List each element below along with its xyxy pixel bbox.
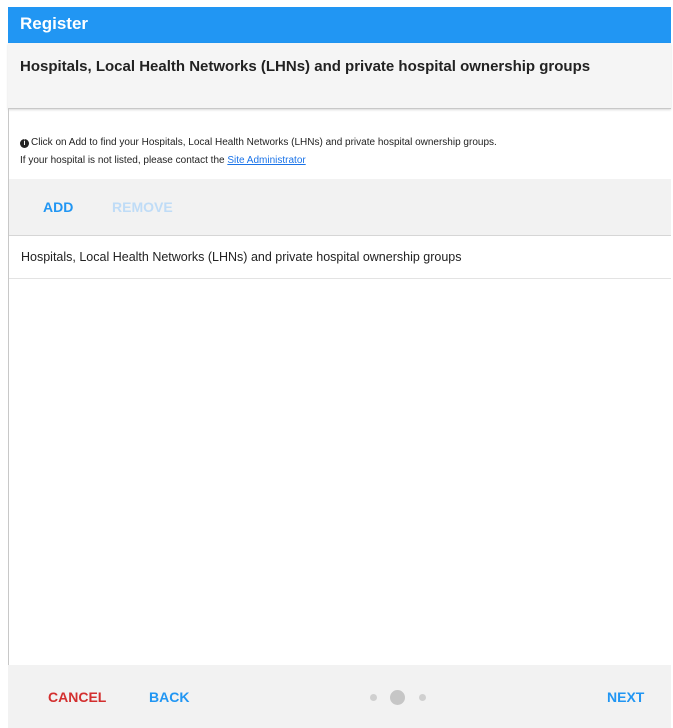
step-dot-3 xyxy=(419,694,426,701)
add-button[interactable]: ADD xyxy=(43,199,73,215)
info-circle-icon: i xyxy=(20,139,29,148)
register-dialog: Register Hospitals, Local Health Network… xyxy=(8,7,671,728)
cancel-button[interactable]: CANCEL xyxy=(48,689,106,705)
step-indicator xyxy=(370,688,430,708)
list-toolbar: ADD REMOVE xyxy=(9,179,671,235)
step-dot-2-active xyxy=(390,690,405,705)
section-heading: Hospitals, Local Health Networks (LHNs) … xyxy=(20,58,591,75)
back-button[interactable]: BACK xyxy=(149,689,189,705)
info-text-1: Click on Add to find your Hospitals, Loc… xyxy=(31,137,497,148)
column-header-hospitals[interactable]: Hospitals, Local Health Networks (LHNs) … xyxy=(21,250,462,264)
info-message: i Click on Add to find your Hospitals, Lo… xyxy=(20,134,670,170)
dialog-title: Register xyxy=(20,14,89,33)
next-button[interactable]: NEXT xyxy=(607,689,644,705)
site-administrator-link[interactable]: Site Administrator xyxy=(227,155,305,166)
title-bar: Register xyxy=(8,7,671,43)
info-text-2: If your hospital is not listed, please c… xyxy=(20,155,228,166)
info-line-1: i Click on Add to find your Hospitals, Lo… xyxy=(20,134,670,152)
dialog-footer: CANCEL BACK NEXT xyxy=(8,665,671,728)
step-dot-1 xyxy=(370,694,377,701)
table-header: Hospitals, Local Health Networks (LHNs) … xyxy=(9,235,671,279)
section-header: Hospitals, Local Health Networks (LHNs) … xyxy=(8,43,671,109)
remove-button: REMOVE xyxy=(112,199,173,215)
info-line-2: If your hospital is not listed, please c… xyxy=(20,152,670,170)
